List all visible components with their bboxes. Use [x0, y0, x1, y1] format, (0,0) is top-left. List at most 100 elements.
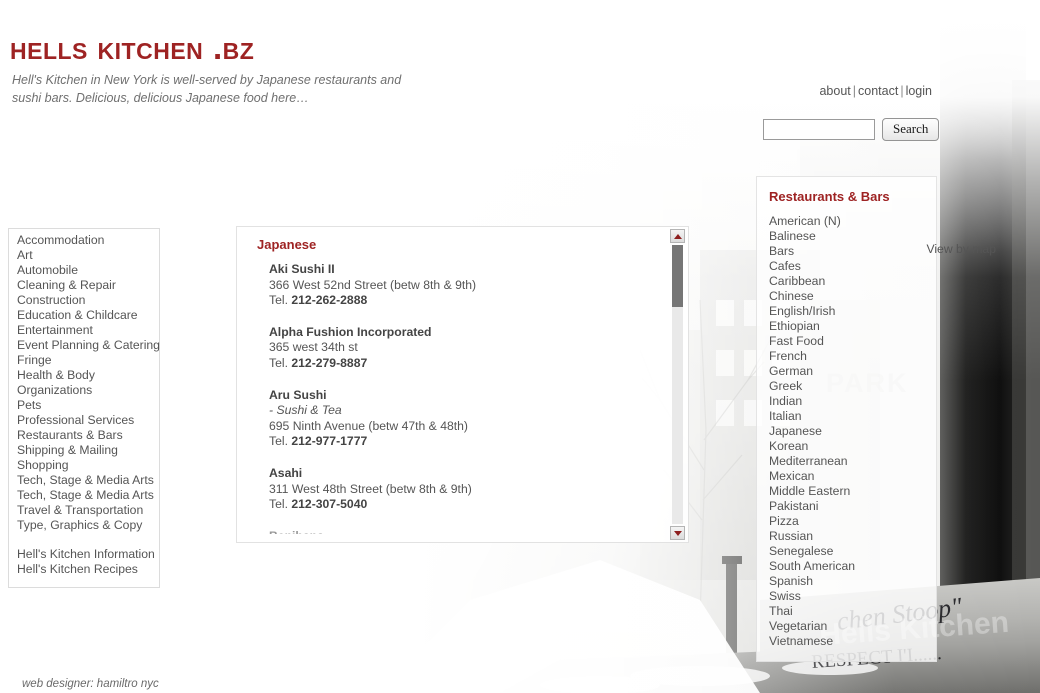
tel-label: Tel. — [269, 293, 288, 308]
listing-address: 366 West 52nd Street (betw 8th & 9th) — [269, 277, 477, 292]
view-by-map-link[interactable]: View by map — [926, 242, 996, 256]
cuisine-item-balinese[interactable]: Balinese — [757, 229, 936, 244]
listing-subtitle: - Sushi & Tea — [269, 403, 342, 418]
cuisine-item-german[interactable]: German — [757, 364, 936, 379]
cuisine-item-middle-eastern[interactable]: Middle Eastern — [757, 484, 936, 499]
cuisine-item-pakistani[interactable]: Pakistani — [757, 499, 936, 514]
nav-separator-1: | — [852, 84, 857, 98]
listings-panel: Japanese Aki Sushi II 366 West 52nd Stre… — [236, 226, 689, 543]
sidebar-item-type-graphics-copy[interactable]: Type, Graphics & Copy — [9, 518, 159, 533]
list-item[interactable]: Alpha Fushion Incorporated 365 west 34th… — [269, 325, 669, 372]
cuisine-item-japanese[interactable]: Japanese — [757, 424, 936, 439]
listing-phone: Tel. 212-279-8887 — [269, 356, 669, 372]
right-sidebar-cuisines: Restaurants & Bars American (N) Balinese… — [756, 176, 937, 662]
sidebar-item-travel-transportation[interactable]: Travel & Transportation — [9, 503, 159, 518]
sidebar-item-health-body[interactable]: Health & Body — [9, 368, 159, 383]
tel-number: 212-279-8887 — [291, 355, 368, 370]
cuisine-item-thai[interactable]: Thai — [757, 604, 936, 619]
sidebar-item-professional-services[interactable]: Professional Services — [9, 413, 159, 428]
sidebar-item-entertainment[interactable]: Entertainment — [9, 323, 159, 338]
sidebar-item-education-childcare[interactable]: Education & Childcare — [9, 308, 159, 323]
listing-address: 311 West 48th Street (betw 8th & 9th) — [269, 481, 472, 496]
listing-name: Benihana — [269, 529, 669, 534]
cuisine-item-south-american[interactable]: South American — [757, 559, 936, 574]
cuisine-item-bars[interactable]: Bars — [757, 244, 936, 259]
sidebar-item-hells-kitchen-recipes[interactable]: Hell's Kitchen Recipes — [9, 562, 159, 577]
list-item-partially-visible[interactable]: Benihana — [269, 529, 669, 534]
sidebar-item-shipping-mailing[interactable]: Shipping & Mailing — [9, 443, 159, 458]
sidebar-item-automobile[interactable]: Automobile — [9, 263, 159, 278]
sidebar-item-accommodation[interactable]: Accommodation — [9, 233, 159, 248]
cuisine-item-english-irish[interactable]: English/Irish — [757, 304, 936, 319]
cuisine-item-spanish[interactable]: Spanish — [757, 574, 936, 589]
top-nav: about | contact | login — [819, 84, 932, 98]
tel-number: 212-307-5040 — [291, 497, 368, 512]
list-item[interactable]: Aru Sushi - Sushi & Tea 695 Ninth Avenue… — [269, 388, 669, 450]
page-root: Hells Kitchen .bz Hell's Kitchen in New … — [0, 0, 1040, 693]
sidebar-item-art[interactable]: Art — [9, 248, 159, 263]
cuisine-item-russian[interactable]: Russian — [757, 529, 936, 544]
tel-number: 212-977-1777 — [291, 434, 368, 449]
cuisine-item-senegalese[interactable]: Senegalese — [757, 544, 936, 559]
tel-label: Tel. — [269, 434, 288, 449]
listing-name: Alpha Fushion Incorporated — [269, 324, 432, 339]
cuisine-item-swiss[interactable]: Swiss — [757, 589, 936, 604]
cuisine-item-indian[interactable]: Indian — [757, 394, 936, 409]
cuisine-item-mediterranean[interactable]: Mediterranean — [757, 454, 936, 469]
scroll-up-button[interactable] — [670, 229, 685, 243]
cuisine-item-greek[interactable]: Greek — [757, 379, 936, 394]
sidebar-item-shopping[interactable]: Shopping — [9, 458, 159, 473]
listing-address: 365 west 34th st — [269, 340, 358, 355]
listing-name: Asahi — [269, 465, 303, 480]
nav-link-about[interactable]: about — [819, 84, 850, 98]
cuisine-item-vietnamese[interactable]: Vietnamese — [757, 634, 936, 649]
cuisine-item-pizza[interactable]: Pizza — [757, 514, 936, 529]
listing-phone: Tel. 212-307-5040 — [269, 497, 669, 513]
listing-phone: Tel. 212-977-1777 — [269, 434, 669, 450]
sidebar-item-tech-stage-media-arts-1[interactable]: Tech, Stage & Media Arts — [9, 473, 159, 488]
cuisine-item-french[interactable]: French — [757, 349, 936, 364]
cuisine-heading: Japanese — [257, 237, 317, 252]
listings-scrollbar[interactable] — [668, 227, 688, 542]
sidebar-divider-space — [9, 533, 159, 547]
site-header: Hells Kitchen .bz Hell's Kitchen in New … — [10, 29, 530, 108]
list-item[interactable]: Asahi 311 West 48th Street (betw 8th & 9… — [269, 466, 669, 513]
search-button[interactable]: Search — [882, 118, 940, 141]
listing-name: Aru Sushi — [269, 387, 327, 402]
right-sidebar-title: Restaurants & Bars — [769, 189, 890, 204]
cuisine-item-cafes[interactable]: Cafes — [757, 259, 936, 274]
nav-link-login[interactable]: login — [906, 84, 932, 98]
tel-label: Tel. — [269, 355, 288, 370]
search-input[interactable] — [763, 118, 875, 140]
sidebar-item-construction[interactable]: Construction — [9, 293, 159, 308]
sidebar-item-organizations[interactable]: Organizations — [9, 383, 159, 398]
sidebar-item-cleaning-repair[interactable]: Cleaning & Repair — [9, 278, 159, 293]
scrollbar-thumb[interactable] — [672, 245, 683, 307]
listings-scroll-content: Japanese Aki Sushi II 366 West 52nd Stre… — [237, 227, 669, 542]
cuisine-item-fast-food[interactable]: Fast Food — [757, 334, 936, 349]
site-tagline: Hell's Kitchen in New York is well-serve… — [12, 73, 402, 106]
cuisine-item-ethiopian[interactable]: Ethiopian — [757, 319, 936, 334]
nav-link-contact[interactable]: contact — [858, 84, 898, 98]
cuisine-item-korean[interactable]: Korean — [757, 439, 936, 454]
tel-number: 212-262-2888 — [291, 293, 368, 308]
sidebar-item-fringe[interactable]: Fringe — [9, 353, 159, 368]
triangle-down-icon — [673, 530, 682, 536]
scroll-down-button[interactable] — [670, 526, 685, 540]
list-item[interactable]: Aki Sushi II 366 West 52nd Street (betw … — [269, 262, 669, 309]
sidebar-item-pets[interactable]: Pets — [9, 398, 159, 413]
cuisine-item-italian[interactable]: Italian — [757, 409, 936, 424]
listing-address: 695 Ninth Avenue (betw 47th & 48th) — [269, 418, 468, 433]
triangle-up-icon — [673, 233, 682, 239]
cuisine-item-mexican[interactable]: Mexican — [757, 469, 936, 484]
sidebar-item-hells-kitchen-information[interactable]: Hell's Kitchen Information — [9, 547, 159, 562]
sidebar-item-restaurants-bars[interactable]: Restaurants & Bars — [9, 428, 159, 443]
listing-phone: Tel. 212-262-2888 — [269, 293, 669, 309]
sidebar-item-event-planning-catering[interactable]: Event Planning & Catering — [9, 338, 160, 353]
cuisine-item-caribbean[interactable]: Caribbean — [757, 274, 936, 289]
sidebar-item-tech-stage-media-arts-2[interactable]: Tech, Stage & Media Arts — [9, 488, 159, 503]
cuisine-item-chinese[interactable]: Chinese — [757, 289, 936, 304]
nav-separator-2: | — [900, 84, 904, 98]
cuisine-item-american[interactable]: American (N) — [757, 214, 936, 229]
cuisine-item-vegetarian[interactable]: Vegetarian — [757, 619, 936, 634]
